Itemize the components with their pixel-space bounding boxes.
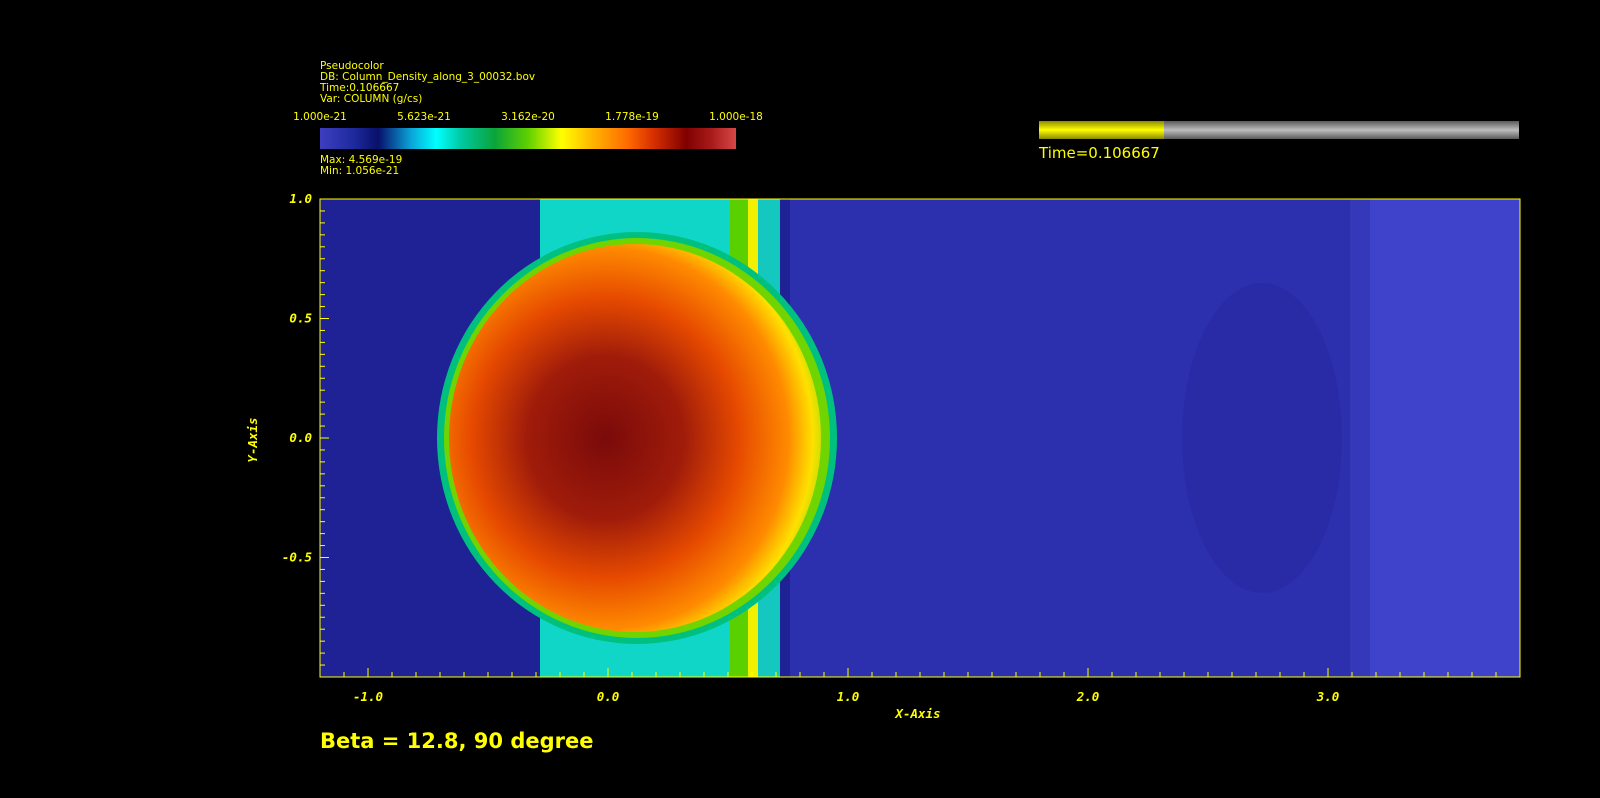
x-tick-label: 2.0 (1076, 689, 1100, 704)
far-band (1370, 199, 1520, 677)
pseudocolor-plot: -1.0 0.0 1.0 2.0 3.0 1.0 0.5 0.0 -0.5 X-Axis Y-A… (245, 191, 1521, 721)
faint-structure (1182, 283, 1342, 593)
x-tick-label: 0.0 (597, 689, 620, 704)
plot-image (320, 199, 1520, 677)
x-tick-label: 3.0 (1316, 689, 1340, 704)
cloud-core (449, 244, 821, 632)
far-band-edge (1350, 199, 1370, 677)
y-tick-label: 1.0 (289, 191, 312, 206)
y-tick-label: 0.0 (289, 430, 312, 445)
y-tick-label: -0.5 (282, 550, 313, 565)
x-tick-label: 1.0 (837, 689, 860, 704)
x-tick-label: -1.0 (353, 689, 383, 704)
y-tick-label: 0.5 (289, 311, 312, 326)
plot-caption: Beta = 12.8, 90 degree (320, 729, 594, 753)
y-axis-label: Y-Axis (245, 417, 260, 462)
x-axis-label: X-Axis (894, 706, 940, 721)
